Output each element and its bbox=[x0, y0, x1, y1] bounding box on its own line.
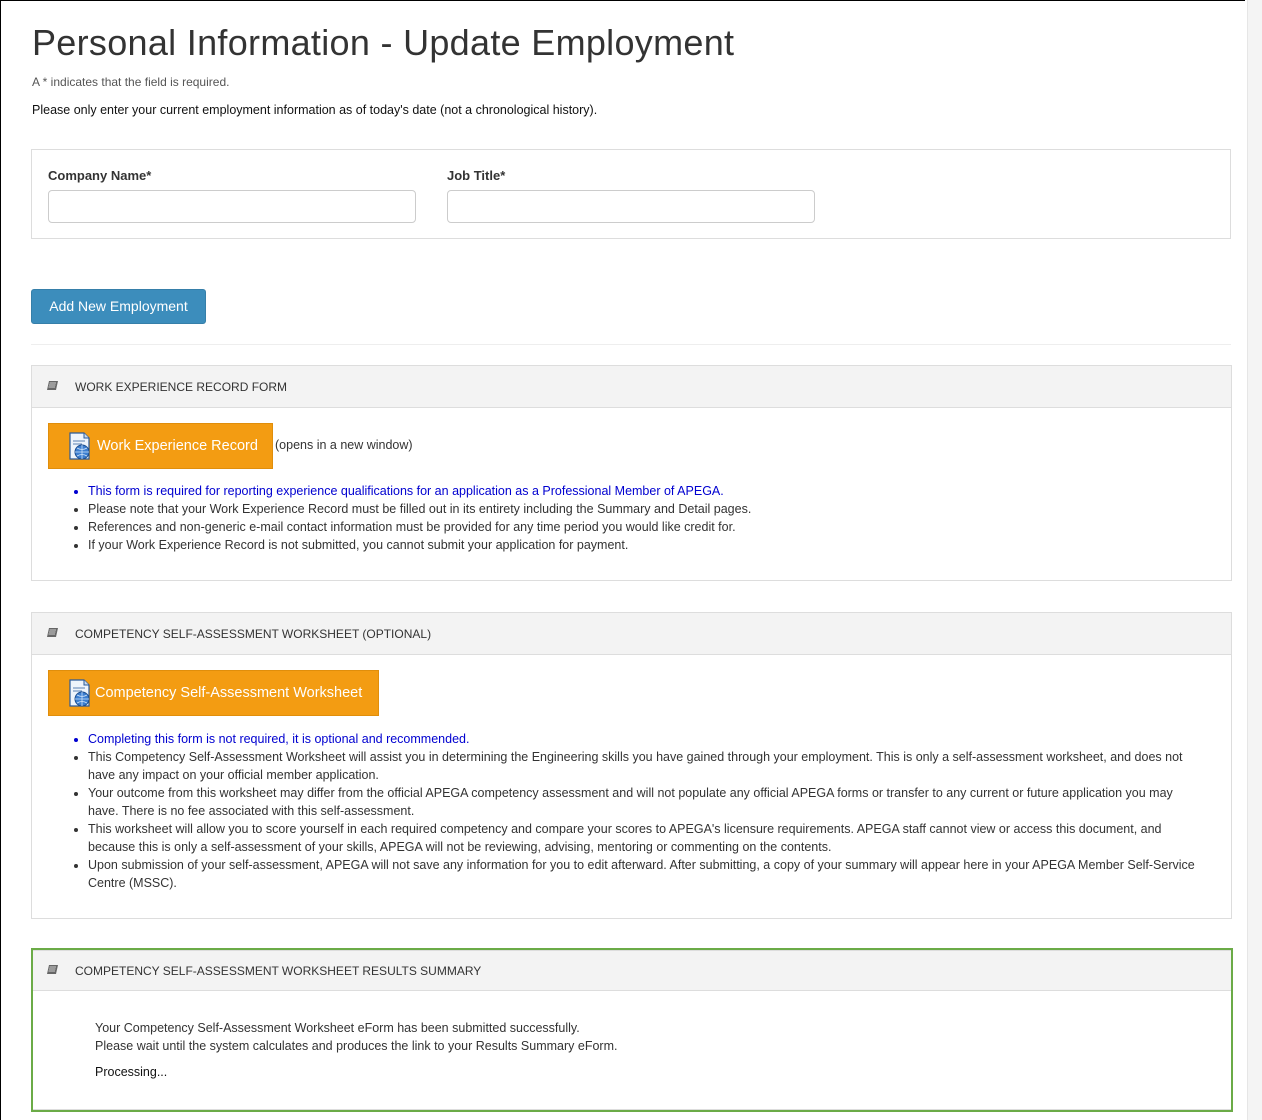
document-globe-icon bbox=[69, 679, 90, 707]
page-title: Personal Information - Update Employment bbox=[32, 22, 735, 63]
competency-worksheet-label: Competency Self-Assessment Worksheet bbox=[95, 685, 363, 701]
work-experience-panel: WORK EXPERIENCE RECORD FORM Work Experie… bbox=[31, 365, 1232, 581]
list-item: This form is required for reporting expe… bbox=[88, 482, 1198, 500]
work-experience-bullets: This form is required for reporting expe… bbox=[72, 482, 1198, 554]
opens-new-window-note: (opens in a new window) bbox=[275, 438, 413, 452]
required-note: A * indicates that the field is required… bbox=[32, 75, 230, 89]
add-new-employment-button[interactable]: Add New Employment bbox=[31, 289, 206, 324]
employment-form: Company Name* Job Title* bbox=[31, 149, 1231, 239]
competency-panel-header: COMPETENCY SELF-ASSESSMENT WORKSHEET (OP… bbox=[32, 613, 1231, 655]
competency-bullets: Completing this form is not required, it… bbox=[72, 730, 1198, 892]
job-title-label: Job Title* bbox=[447, 168, 506, 183]
book-icon bbox=[47, 381, 58, 391]
list-item: This worksheet will allow you to score y… bbox=[88, 820, 1198, 856]
work-experience-panel-header: WORK EXPERIENCE RECORD FORM bbox=[32, 366, 1231, 408]
book-icon bbox=[47, 628, 58, 638]
list-item: References and non-generic e-mail contac… bbox=[88, 518, 1198, 536]
competency-worksheet-button[interactable]: Competency Self-Assessment Worksheet bbox=[48, 670, 379, 716]
work-experience-record-label: Work Experience Record bbox=[97, 438, 258, 454]
results-highlight-outline bbox=[31, 948, 1233, 1112]
competency-panel-title: COMPETENCY SELF-ASSESSMENT WORKSHEET (OP… bbox=[75, 627, 432, 641]
job-title-input[interactable] bbox=[447, 190, 815, 223]
document-globe-icon bbox=[69, 432, 90, 460]
work-experience-record-button[interactable]: Work Experience Record bbox=[48, 423, 273, 469]
divider bbox=[31, 344, 1231, 345]
list-item: Upon submission of your self-assessment,… bbox=[88, 856, 1198, 892]
list-item: Completing this form is not required, it… bbox=[88, 730, 1198, 748]
list-item: This Competency Self-Assessment Workshee… bbox=[88, 748, 1198, 784]
company-name-label: Company Name* bbox=[48, 168, 152, 183]
list-item: Your outcome from this worksheet may dif… bbox=[88, 784, 1198, 820]
employment-instruction: Please only enter your current employmen… bbox=[32, 103, 598, 117]
work-experience-panel-title: WORK EXPERIENCE RECORD FORM bbox=[75, 380, 288, 394]
competency-panel: COMPETENCY SELF-ASSESSMENT WORKSHEET (OP… bbox=[31, 612, 1232, 919]
company-name-field: Company Name* bbox=[48, 168, 416, 223]
list-item: If your Work Experience Record is not su… bbox=[88, 536, 1198, 554]
list-item: Please note that your Work Experience Re… bbox=[88, 500, 1198, 518]
vertical-scrollbar[interactable] bbox=[1247, 0, 1262, 1120]
company-name-input[interactable] bbox=[48, 190, 416, 223]
job-title-field: Job Title* bbox=[447, 168, 815, 223]
